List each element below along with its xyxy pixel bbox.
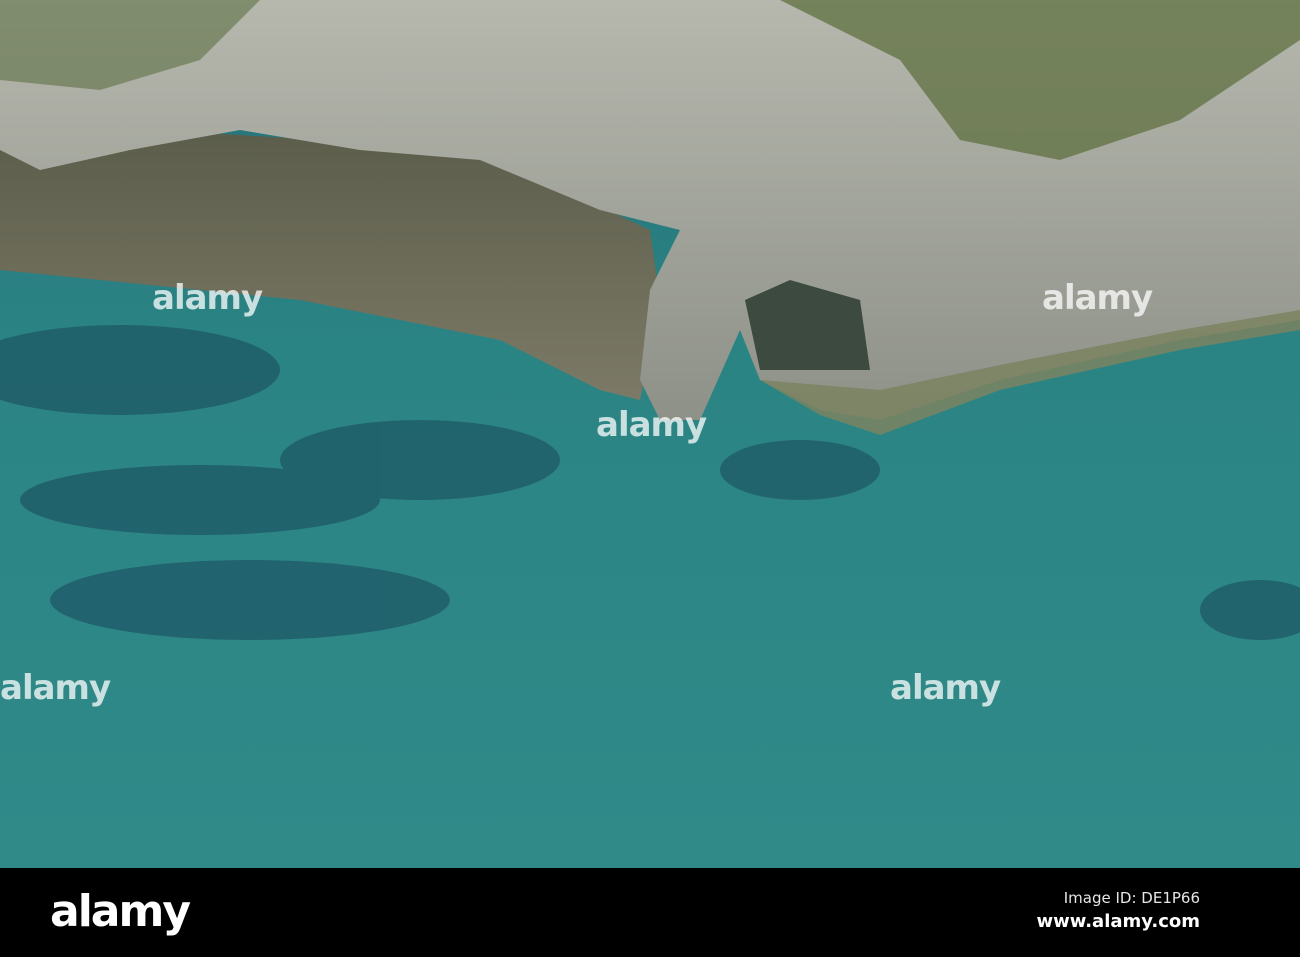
watermark-text: alamy (0, 668, 111, 708)
watermark-text: alamy (596, 405, 707, 445)
watermark-text: alamy (890, 668, 1001, 708)
watermark-text: alamy (152, 278, 263, 318)
website-link[interactable]: www.alamy.com (1036, 911, 1200, 932)
stock-photo-frame: alamy alamy alamy alamy alamy alamy Imag… (0, 0, 1300, 957)
watermark-text: alamy (1042, 278, 1153, 318)
alamy-logo: alamy (50, 886, 191, 937)
footer-bar: alamy Image ID: DE1P66 www.alamy.com (0, 868, 1300, 957)
image-id: Image ID: DE1P66 (1063, 889, 1200, 907)
